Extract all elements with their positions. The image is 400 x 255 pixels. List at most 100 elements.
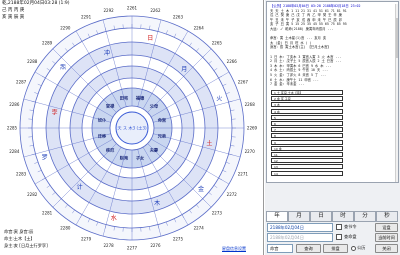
grid-row: 6 (271, 121, 343, 126)
grid-row: 9 (271, 139, 343, 145)
year-number: 2271 (238, 171, 249, 176)
grid-row: 13 (271, 164, 343, 170)
planet-mark: 土 (206, 140, 212, 148)
footer-line2: 命主:土木【土】 (4, 236, 35, 241)
year-number: 2283 (16, 171, 27, 176)
year-number: 2287 (16, 80, 27, 85)
house-label: 父母 (149, 103, 159, 110)
year-number: 2290 (60, 26, 71, 31)
checkbox-1-label: 查节令 (344, 224, 357, 229)
info-line: 大运：ノ 乾命(2188) 庚寅年丙辰月 ... (270, 27, 334, 31)
radio-solar[interactable] (351, 246, 356, 251)
close-button[interactable]: 关闭 (375, 244, 398, 253)
year-number: 2266 (227, 59, 238, 64)
planet-mark: 木 (154, 199, 160, 207)
footer-line1: 命宫:寅 身宫:辰 (4, 229, 34, 234)
info-line: 2 月 土: 戊子土 5 辰宫入辰 2 土 巳宫 ... (270, 59, 342, 64)
planet-mark: 金 (198, 185, 204, 193)
info-line: 命宫：寅 土木星(1)宫 ... 亥月 亥 (270, 36, 327, 41)
year-number: 2272 (227, 192, 238, 197)
year-number: 2288 (27, 59, 38, 64)
year-number: 2273 (212, 210, 223, 215)
year-number: 2275 (173, 236, 184, 241)
planet-mark: 日 (147, 35, 153, 42)
date-field-1[interactable]: 2188年02月04日 (267, 223, 333, 232)
tab-1[interactable]: 月 (288, 211, 310, 222)
year-number: 2276 (150, 243, 161, 248)
tab-2[interactable]: 日 (310, 211, 332, 222)
planet-mark: 炁 (60, 64, 66, 71)
house-label: 兄弟 (157, 133, 166, 140)
planet-mark: 月 (181, 66, 187, 73)
type-select[interactable]: 命宫 (267, 244, 293, 253)
grid-row: 1 土 亥宫 土木【寅】 (271, 90, 343, 95)
info-scrollbar[interactable] (395, 4, 398, 182)
current-time-button[interactable]: 当前时间 (375, 233, 398, 242)
astrology-wheel[interactable]: 2261 2262 2263 2264 2265 2266 2267 2268 2269 2270… (0, 0, 264, 255)
info-line: 身宫：辰 寅土木宫(主) 【巳月土木宫】 (270, 45, 331, 50)
tab-3[interactable]: 时 (332, 211, 354, 222)
grid-row: 4 水 (271, 108, 343, 114)
grid-row: 14 (271, 170, 343, 176)
info-line: 【公历】2188年02月04日 03:28 2188年02月18日 23:02 (270, 4, 361, 8)
year-number: 2280 (60, 225, 71, 230)
planet-mark: 计 (77, 183, 83, 191)
planet-mark: 冲 (104, 49, 110, 57)
info-text-panel: 【公历】2188年02月04日 03:28 2188年02月18日 23:02 天… (266, 1, 399, 183)
house-label: 疾厄 (106, 146, 115, 153)
year-number: 2277 (127, 246, 138, 251)
year-number: 2261 (127, 6, 138, 11)
house-label: 奴仆 (97, 116, 107, 123)
year-number: 2269 (247, 126, 258, 131)
year-number: 2267 (238, 80, 249, 85)
year-number: 2285 (7, 126, 18, 131)
house-label: 官禄 (106, 103, 115, 110)
year-number: 2263 (173, 15, 184, 20)
time-tabs: 年月日时分秒 (265, 211, 400, 222)
year-number: 2278 (103, 243, 114, 248)
year-number: 2279 (81, 236, 92, 241)
house-label: 田宅 (120, 95, 129, 102)
planet-mark: 罗 (42, 154, 48, 161)
set-chart-button[interactable]: 设盘 (375, 223, 398, 232)
tab-5[interactable]: 秒 (376, 211, 398, 222)
tab-4[interactable]: 分 (354, 211, 376, 222)
grid-row: 2 金 亥 子宫 (271, 96, 343, 102)
query-button[interactable]: 查询 (296, 244, 321, 253)
house-label: 夫妻 (150, 146, 159, 153)
info-line: 7 金 金: 辛未金 ... (270, 82, 305, 87)
year-number: 2284 (9, 149, 20, 154)
settings-link[interactable]: 星盘信息设置 (222, 247, 246, 251)
footer-line3: 身主:亥 [日月土行罗孛] (4, 243, 48, 248)
checkbox-2[interactable] (336, 234, 342, 240)
year-number: 2274 (194, 225, 205, 230)
year-number: 2286 (9, 102, 20, 107)
layout-button[interactable]: 排盘 (323, 244, 348, 253)
year-number: 2262 (150, 8, 161, 13)
checkbox-1[interactable] (336, 224, 342, 230)
grid-row: 10 金 (271, 145, 343, 151)
radio-solar-label: 公历 (357, 245, 366, 250)
info-line: 5 火 金: 丁卯火 8 未宫 5 丁 ... (270, 73, 327, 77)
planet-mark: 火 (216, 96, 222, 103)
year-number: 2289 (42, 41, 53, 46)
planet-mark: 孛 (52, 108, 58, 116)
tab-0[interactable]: 年 (266, 211, 288, 222)
house-label: 命宫 (158, 116, 166, 123)
year-number: 2282 (27, 192, 38, 197)
house-label: 财帛 (120, 154, 128, 161)
center-label: 天 ス 木3 (土3) (117, 125, 147, 132)
checkbox-2-label: 查命盘 (344, 234, 357, 239)
grid-row: 12 (271, 158, 343, 164)
grid-row: 3 木 (271, 102, 343, 108)
year-number: 2268 (245, 102, 256, 107)
house-label: 迁移 (98, 133, 107, 140)
year-number: 2265 (212, 41, 223, 46)
house-label: 子女 (136, 154, 145, 161)
house-label: 福德 (135, 95, 145, 102)
date-field-2[interactable]: 2188年02月04日 (267, 233, 333, 242)
year-number: 2292 (103, 8, 114, 13)
year-number: 2291 (81, 15, 92, 20)
right-panel: 【公历】2188年02月04日 03:28 2188年02月18日 23:02 天… (265, 0, 400, 255)
grid-row: 8 (271, 133, 343, 139)
